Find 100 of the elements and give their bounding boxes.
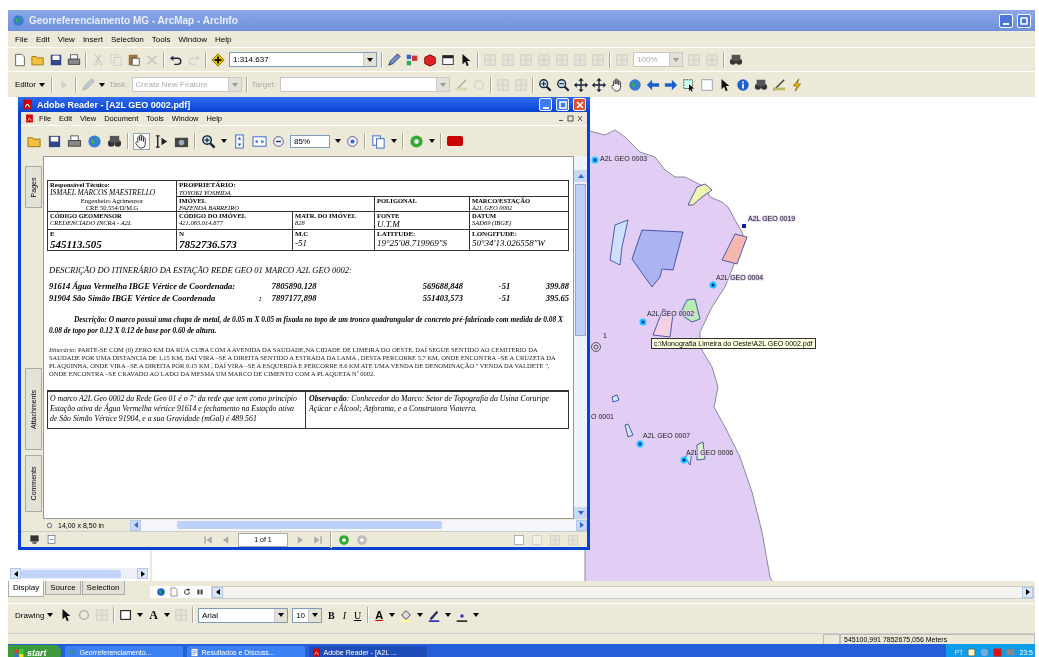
find-icon[interactable] <box>754 77 769 92</box>
menu-item[interactable]: Window <box>175 34 210 44</box>
fixed-zoom-in-icon[interactable] <box>574 77 589 92</box>
caret-icon[interactable] <box>389 612 396 618</box>
caret-icon[interactable] <box>164 612 170 618</box>
binoculars-icon[interactable] <box>729 52 743 67</box>
fixed-zoom-out-icon[interactable] <box>592 77 607 92</box>
document-icon[interactable] <box>25 114 34 123</box>
drawing-menu-button[interactable]: Drawing <box>13 610 56 620</box>
panel-tab[interactable]: Source <box>45 581 81 595</box>
caret-icon[interactable] <box>137 612 144 618</box>
caret-icon[interactable] <box>47 612 54 618</box>
minimize-button[interactable] <box>539 98 552 111</box>
new-document-icon[interactable] <box>13 52 27 67</box>
station-marker[interactable] <box>709 281 717 289</box>
station-marker[interactable] <box>591 156 599 164</box>
add-data-icon[interactable] <box>211 52 225 67</box>
font-color-button[interactable]: A <box>373 609 386 621</box>
caret-icon[interactable] <box>417 612 424 618</box>
caret-icon[interactable] <box>38 81 45 88</box>
station-marker[interactable] <box>636 440 644 448</box>
scroll-arrow-icon[interactable] <box>1024 589 1031 595</box>
close-button[interactable] <box>573 98 586 111</box>
minimize-button[interactable] <box>999 13 1013 28</box>
scale-combobox[interactable]: 1:314.637 <box>229 52 377 67</box>
close-icon <box>575 100 584 109</box>
menu-item[interactable]: Edit <box>32 34 53 44</box>
menu-item[interactable]: View <box>54 34 78 44</box>
menu-item[interactable]: Insert <box>79 34 106 44</box>
panel-tab[interactable]: Selection <box>81 581 125 595</box>
menu-item[interactable]: Selection <box>107 34 147 44</box>
refresh-icon[interactable] <box>182 587 192 597</box>
bold-button[interactable]: B <box>326 609 337 621</box>
scroll-arrow-icon[interactable] <box>12 570 19 577</box>
identify-icon[interactable] <box>736 77 751 92</box>
caret-icon[interactable] <box>335 138 341 144</box>
field-value: U.T.M <box>377 219 401 229</box>
save-icon[interactable] <box>47 133 62 149</box>
font-combobox[interactable]: Arial <box>198 607 288 623</box>
caret-icon[interactable] <box>391 138 397 144</box>
document-window-controls-icon[interactable] <box>559 115 583 122</box>
font-size-combobox[interactable]: 10 <box>292 607 322 623</box>
window-icon[interactable] <box>441 52 455 67</box>
forward-arrow-icon[interactable] <box>664 77 679 92</box>
document-icon[interactable] <box>46 534 57 545</box>
station-marker[interactable] <box>680 456 688 464</box>
station-marker[interactable] <box>742 224 746 228</box>
layers-icon[interactable] <box>405 52 419 67</box>
menu-item[interactable]: File <box>12 34 31 44</box>
caret-icon[interactable] <box>445 612 452 618</box>
vertex-name: 91904 São Simão IBGE Vértice de Coordenada <box>49 292 216 304</box>
window-title: Georreferenciamento MG - ArcMap - ArcInfo <box>29 15 238 26</box>
target-marker[interactable] <box>591 342 601 352</box>
caret-icon[interactable] <box>312 612 318 618</box>
scroll-arrow-icon[interactable] <box>139 570 146 577</box>
zoom-out-icon[interactable] <box>272 134 285 148</box>
print-icon[interactable] <box>67 133 82 149</box>
back-arrow-icon[interactable] <box>646 77 661 92</box>
toolbar-logo-icon[interactable] <box>447 133 463 149</box>
caret-icon[interactable] <box>221 138 227 144</box>
underline-button[interactable]: U <box>352 609 364 621</box>
caret-icon[interactable] <box>367 56 373 63</box>
maximize-button[interactable] <box>556 98 569 111</box>
line-color-icon[interactable] <box>427 608 442 622</box>
paste-icon[interactable] <box>127 52 141 67</box>
caret-icon[interactable] <box>429 138 435 144</box>
maximize-icon <box>1020 16 1028 25</box>
new-text-button[interactable]: A <box>147 607 160 623</box>
fit-page-icon[interactable] <box>232 133 247 149</box>
print-icon[interactable] <box>67 52 81 67</box>
horizontal-scrollbar[interactable] <box>10 568 148 579</box>
pages-icon[interactable] <box>371 133 386 149</box>
scroll-arrow-icon[interactable] <box>214 589 221 595</box>
fit-width-icon[interactable] <box>252 133 267 149</box>
rectangle-icon[interactable] <box>119 608 134 622</box>
save-icon[interactable] <box>49 52 63 67</box>
select-features-icon[interactable] <box>682 77 697 92</box>
fill-color-icon[interactable] <box>399 608 414 622</box>
editor-icon[interactable] <box>387 52 401 67</box>
hand-tool-icon[interactable] <box>134 133 149 149</box>
station-marker[interactable] <box>639 318 647 326</box>
italic-button[interactable]: I <box>340 609 349 621</box>
data-view-icon[interactable] <box>156 587 166 597</box>
menu-item[interactable]: Help <box>211 34 235 44</box>
parcel-polygon <box>721 233 748 265</box>
caret-icon[interactable] <box>473 612 480 618</box>
horizontal-scrollbar[interactable] <box>211 585 1034 599</box>
monitor-icon[interactable] <box>29 534 40 545</box>
search-icon[interactable] <box>107 133 122 149</box>
panel-tab[interactable]: Display <box>8 581 45 597</box>
select-tool-icon[interactable] <box>154 133 169 149</box>
zoom-combobox[interactable]: 85% <box>290 134 330 148</box>
maximize-button[interactable] <box>1017 13 1031 28</box>
start-button[interactable]: start <box>8 645 61 657</box>
caret-icon[interactable] <box>278 612 284 618</box>
measure-icon[interactable] <box>772 77 787 92</box>
caret-icon[interactable] <box>98 81 105 88</box>
zoom-out-icon[interactable] <box>556 77 571 92</box>
pause-icon[interactable] <box>195 587 205 597</box>
menu-item[interactable]: Tools <box>148 34 174 44</box>
